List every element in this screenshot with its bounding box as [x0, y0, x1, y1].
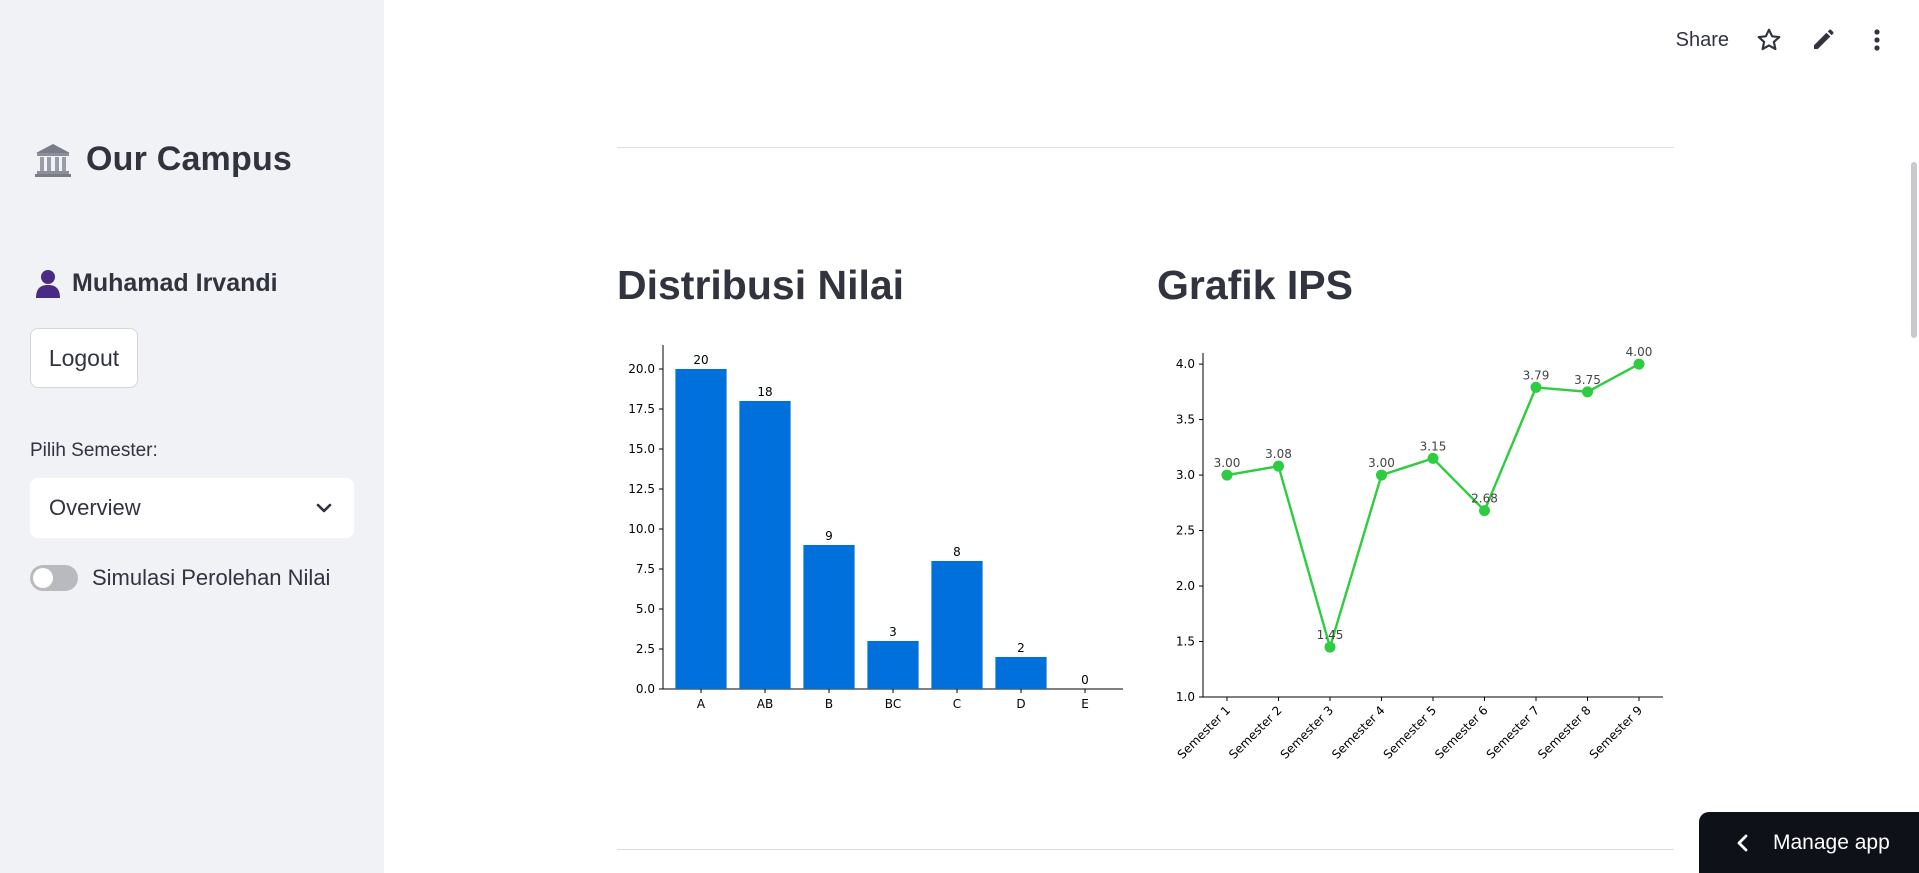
x-tick-label: Semester 5	[1381, 703, 1440, 762]
y-tick-label: 2.5	[1176, 524, 1195, 538]
manage-app-button[interactable]: Manage app	[1699, 812, 1919, 873]
x-tick-label: B	[825, 697, 833, 711]
logout-button[interactable]: Logout	[30, 328, 138, 388]
x-tick-label: Semester 6	[1432, 703, 1491, 762]
data-point	[1376, 469, 1387, 481]
top-divider	[617, 147, 1674, 148]
bar-data-label: 8	[953, 545, 961, 559]
simulation-toggle[interactable]	[30, 565, 78, 591]
x-tick-label: Semester 8	[1535, 703, 1594, 762]
x-tick-label: Semester 7	[1484, 703, 1543, 762]
ips-chart-title: Grafik IPS	[1157, 262, 1353, 308]
ips-series-line	[1226, 363, 1640, 649]
data-point	[1582, 386, 1593, 398]
y-tick-label: 7.5	[636, 562, 655, 576]
x-tick-label: BC	[885, 697, 901, 711]
y-tick-label: 2.0	[1176, 579, 1195, 593]
chevron-left-icon	[1737, 834, 1748, 851]
y-tick-label: 1.5	[1176, 635, 1195, 649]
bar-data-label: 9	[825, 529, 833, 543]
simulation-toggle-row: Simulasi Perolehan Nilai	[30, 565, 330, 591]
semester-select-value: Overview	[49, 495, 141, 520]
bar-data-label: 3	[889, 625, 897, 639]
y-tick-label: 10.0	[628, 522, 655, 536]
bar	[931, 561, 983, 689]
chevron-down-icon	[316, 503, 332, 513]
manage-app-label: Manage app	[1773, 830, 1890, 854]
bar	[675, 369, 727, 689]
kebab-menu-icon[interactable]	[1863, 26, 1891, 54]
point-data-label: 3.79	[1523, 368, 1550, 382]
y-tick-label: 20.0	[628, 362, 655, 376]
y-tick-label: 17.5	[628, 402, 655, 416]
classical-building-icon	[35, 143, 71, 177]
user-name: Muhamad Irvandi	[72, 268, 278, 297]
x-tick-label: AB	[757, 697, 773, 711]
point-data-label: 3.00	[1214, 456, 1241, 470]
ips-line-chart: 1.0 1.5 2.0 2.5 3.0 3.5 4.0 3.00 Semester 1 3.08 S…	[1157, 335, 1677, 780]
point-data-label: 3.00	[1368, 456, 1395, 470]
star-icon[interactable]	[1755, 26, 1783, 54]
x-tick-label: A	[697, 697, 706, 711]
y-tick-label: 3.5	[1176, 413, 1195, 427]
data-point	[1530, 381, 1542, 393]
x-tick-label: Semester 2	[1226, 703, 1285, 762]
toggle-knob	[33, 568, 53, 588]
x-tick-label: C	[953, 697, 961, 711]
y-tick-label: 0.0	[636, 682, 655, 696]
bar	[739, 401, 791, 689]
bar	[867, 641, 919, 689]
scrollbar-thumb[interactable]	[1911, 162, 1917, 338]
header-toolbar: Share	[1676, 26, 1891, 54]
point-data-label: 4.00	[1626, 345, 1653, 359]
y-tick-label: 4.0	[1176, 357, 1195, 371]
point-data-label: 3.15	[1420, 439, 1447, 453]
bar-data-label: 0	[1081, 673, 1089, 687]
y-tick-label: 5.0	[636, 602, 655, 616]
x-tick-label: Semester 1	[1175, 703, 1234, 762]
point-data-label: 1.45	[1317, 628, 1344, 642]
user-info: Muhamad Irvandi	[34, 268, 278, 298]
pencil-icon[interactable]	[1809, 26, 1837, 54]
bar	[803, 545, 855, 689]
y-tick-label: 2.5	[636, 642, 655, 656]
grade-distribution-chart: 0.0 2.5 5.0 7.5 10.0 12.5 15.0 17.5 20.0 20 A 18 AB 9…	[617, 335, 1127, 720]
y-tick-label: 1.0	[1176, 690, 1195, 704]
x-tick-label: Semester 9	[1587, 703, 1646, 762]
y-tick-label: 3.0	[1176, 468, 1195, 482]
line-chart-svg: 1.0 1.5 2.0 2.5 3.0 3.5 4.0 3.00 Semester 1 3.08 S…	[1175, 345, 1663, 762]
semester-select[interactable]: Overview	[30, 478, 354, 538]
semester-select-label: Pilih Semester:	[30, 440, 158, 461]
point-data-label: 3.08	[1265, 447, 1292, 461]
bottom-divider	[617, 849, 1674, 850]
x-tick-label: Semester 3	[1278, 703, 1337, 762]
bar-data-label: 18	[757, 385, 772, 399]
point-data-label: 2.68	[1471, 492, 1498, 506]
point-data-label: 3.75	[1574, 373, 1601, 387]
grade-distribution-title: Distribusi Nilai	[617, 262, 905, 308]
share-button[interactable]: Share	[1676, 29, 1729, 52]
data-point	[1427, 452, 1439, 464]
app-title: Our Campus	[86, 140, 293, 178]
y-tick-label: 12.5	[628, 482, 655, 496]
person-silhouette-icon	[36, 270, 60, 298]
data-point	[1633, 358, 1645, 370]
x-tick-label: Semester 4	[1329, 703, 1388, 762]
data-point	[1479, 505, 1490, 517]
data-point	[1273, 460, 1284, 472]
data-point	[1324, 641, 1336, 653]
y-tick-label: 15.0	[628, 442, 655, 456]
sidebar-brand: Our Campus	[34, 140, 292, 179]
simulation-toggle-label: Simulasi Perolehan Nilai	[92, 565, 331, 590]
x-tick-label: D	[1016, 697, 1025, 711]
data-point	[1221, 469, 1233, 481]
bar-data-label: 20	[693, 353, 708, 367]
x-tick-label: E	[1081, 697, 1089, 711]
bar-chart-svg: 0.02.55.07.510.012.515.017.520.020A18AB9…	[628, 345, 1123, 711]
bar	[995, 657, 1047, 689]
sidebar: Our Campus Muhamad Irvandi Logout Pilih …	[0, 0, 384, 873]
bar-data-label: 2	[1017, 641, 1025, 655]
